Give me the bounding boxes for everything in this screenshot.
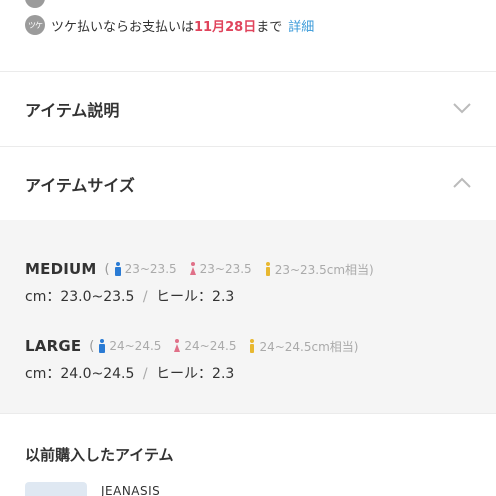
product-thumbnail[interactable]: [25, 482, 87, 496]
size-name: LARGE: [25, 337, 82, 355]
person-yellow-icon: 23~23.5cm相当): [264, 261, 374, 278]
person-blue-icon: 23~23.5: [114, 262, 177, 276]
cm-value: cm：24.0~24.5: [25, 366, 135, 382]
separator: /: [142, 289, 148, 305]
paren: (: [104, 261, 110, 277]
size-detail-large: cm：24.0~24.5 / ヒール：2.3: [25, 363, 234, 383]
person-yellow-icon: 24~24.5cm相当): [248, 338, 358, 355]
size-range: 24~24.5: [184, 339, 237, 353]
heel-value: ヒール：2.3: [156, 366, 235, 382]
cm-value: cm：23.0~23.5: [25, 289, 135, 305]
size-row-large: LARGE ( 24~24.5 24~24.5 24~24.5cm相当): [25, 336, 370, 356]
size-panel: MEDIUM ( 23~23.5 23~23.5 23~23.5cm相当) cm…: [0, 220, 496, 414]
size-range: 23~23.5: [124, 262, 177, 276]
tsuke-text: ツケ払いならお支払いは: [51, 19, 195, 35]
paren: (: [89, 338, 95, 354]
payment-due-date: 11月28日: [194, 19, 257, 35]
payment-info-area: ツケ ツケ払いならお支払いは 11月28日 まで 詳細: [0, 0, 496, 70]
size-range: 23~23.5: [199, 262, 252, 276]
size-detail-medium: cm：23.0~23.5 / ヒール：2.3: [25, 286, 234, 306]
accordion-title: アイテム説明: [25, 101, 120, 120]
tsuke-text-after: まで: [256, 19, 283, 35]
size-range: 24~24.5cm相当): [259, 339, 359, 354]
person-blue-icon: 24~24.5: [98, 339, 161, 353]
accordion-item-size[interactable]: アイテムサイズ: [0, 147, 496, 221]
size-name: MEDIUM: [25, 260, 97, 278]
person-pink-icon: 24~24.5: [173, 339, 236, 353]
detail-link[interactable]: 詳細: [288, 16, 314, 35]
brand-name[interactable]: JEANASIS: [101, 484, 160, 496]
tsuke-icon: ツケ: [25, 15, 45, 35]
section-title: 以前購入したアイテム: [25, 446, 174, 464]
info-icon: [25, 0, 45, 8]
tsuke-payment-row: ツケ ツケ払いならお支払いは 11月28日 まで 詳細: [25, 14, 314, 36]
chevron-down-icon: [453, 102, 471, 116]
chevron-up-icon: [453, 177, 471, 191]
previous-items-section: 以前購入したアイテム JEANASIS: [0, 414, 496, 496]
size-range: 24~24.5: [109, 339, 162, 353]
size-row-medium: MEDIUM ( 23~23.5 23~23.5 23~23.5cm相当): [25, 259, 386, 279]
heel-value: ヒール：2.3: [156, 289, 235, 305]
person-pink-icon: 23~23.5: [189, 262, 252, 276]
size-range: 23~23.5cm相当): [274, 262, 374, 277]
accordion-title: アイテムサイズ: [25, 176, 135, 195]
separator: /: [142, 366, 148, 382]
accordion-item-description[interactable]: アイテム説明: [0, 72, 496, 146]
